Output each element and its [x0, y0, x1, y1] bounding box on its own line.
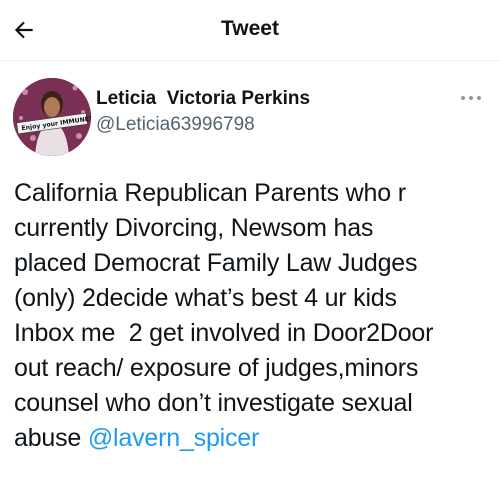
mention-link[interactable]: @lavern_spicer	[88, 424, 259, 452]
avatar[interactable]: Enjoy your IMMUNET	[13, 78, 91, 156]
top-bar: Tweet	[0, 0, 500, 60]
tweet-line: counsel who don’t investigate sexual	[14, 389, 413, 417]
more-horizontal-icon	[461, 96, 465, 100]
tweet-line: Inbox me 2 get involved in Door2Door	[14, 319, 434, 347]
author-handle[interactable]: @Leticia63996798	[96, 113, 310, 137]
tweet-line-last: abuse @lavern_spicer	[14, 421, 500, 456]
tweet-line: currently Divorcing, Newsom has	[14, 214, 374, 242]
more-dot	[469, 96, 473, 100]
tweet-line: California Republican Parents who r	[14, 179, 406, 207]
tweet-text: California Republican Parents who r curr…	[14, 176, 500, 456]
more-dot	[477, 96, 481, 100]
author-display-name[interactable]: Leticia Victoria Perkins	[96, 87, 310, 111]
tweet-line: placed Democrat Family Law Judges	[14, 249, 418, 277]
tweet-line: out reach/ exposure of judges,minors	[14, 354, 419, 382]
tweet-line: (only) 2decide what’s best 4 ur kids	[14, 284, 397, 312]
tweet-line-text: abuse	[14, 424, 88, 452]
tweet-author[interactable]: Leticia Victoria Perkins @Leticia6399679…	[96, 87, 310, 137]
header-divider	[0, 60, 500, 61]
page-title: Tweet	[221, 17, 279, 40]
more-options-button[interactable]	[456, 88, 486, 108]
